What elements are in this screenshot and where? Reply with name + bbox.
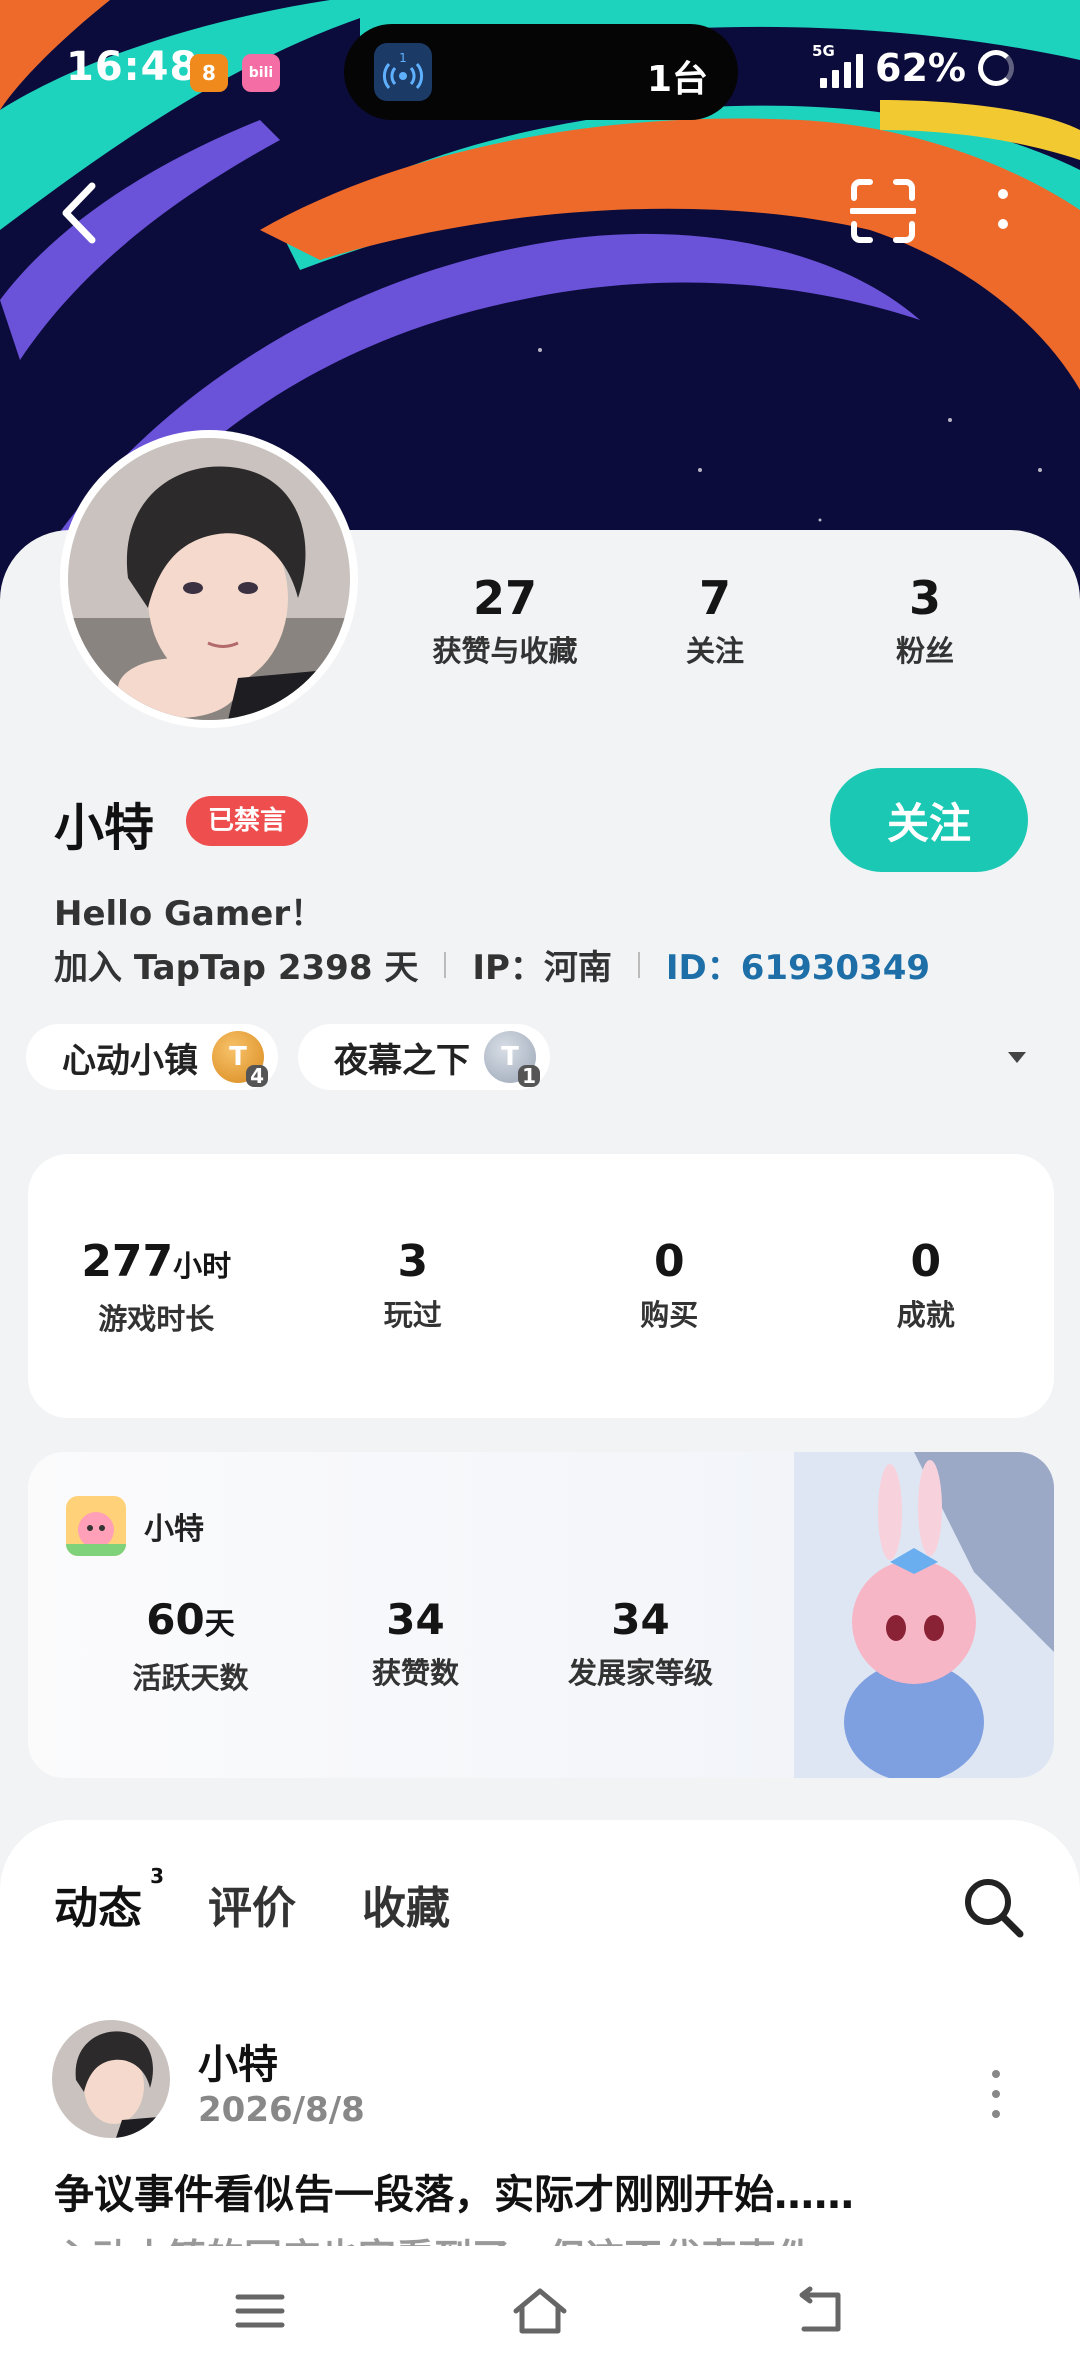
game-likes-label: 获赞数 [371,1656,459,1690]
user-id[interactable]: ID：61930349 [666,940,930,989]
banned-badge: 已禁言 [186,796,309,846]
active-days-label: 活跃天数 [132,1661,249,1695]
network-type: 5G [812,42,835,60]
game-tag-label: 心动小镇 [62,1040,198,1081]
more-vertical-icon[interactable] [978,180,1028,240]
dev-level-value: 34 [611,1595,670,1644]
broadcast-icon: 1 [374,43,432,101]
back-arrow-icon[interactable] [52,178,112,248]
ip-location: IP：河南 [472,948,612,988]
game-tag-label: 夜幕之下 [334,1040,470,1081]
badge-level: 1 [518,1065,540,1087]
back-icon[interactable] [790,2281,850,2341]
scan-icon[interactable] [850,178,916,244]
signal-icon: 5G [812,42,864,88]
search-icon[interactable] [960,1874,1026,1940]
post-author-name[interactable]: 小特 [198,2032,278,2090]
game-likes-stat: 34 获赞数 [303,1592,528,1697]
achievements-label: 成就 [896,1298,955,1332]
profile-bio: Hello Gamer！ [54,894,325,934]
post-date: 2026/8/8 [198,2090,365,2130]
playtime-value: 277 [81,1236,174,1287]
achievements-value: 0 [910,1236,942,1287]
followers-stat[interactable]: 3 粉丝 [820,570,1030,670]
tab-posts[interactable]: 动态 3 [50,1864,164,1942]
level-badge-icon: T 1 [484,1031,540,1087]
feed-tabs: 动态 3 评价 收藏 [50,1864,450,1942]
status-indicators: 5G 62% [812,42,1014,90]
game-app-icon [66,1496,126,1556]
likes-count: 27 [472,571,537,625]
badge-letter: T [229,1042,247,1072]
status-bar: 16:48 8 bili 1 1台 5G 62% [0,0,1080,140]
active-days-unit: 天 [204,1607,235,1642]
follow-button[interactable]: 关注 [830,768,1028,872]
following-label: 关注 [685,634,744,668]
achievements-stat[interactable]: 0 成就 [798,1234,1055,1418]
bilibili-notification-icon: bili [242,54,280,92]
game-character-art [794,1452,1054,1778]
tab-count: 3 [150,1864,164,1888]
likes-stat[interactable]: 27 获赞与收藏 [400,570,610,670]
profile-meta: 加入 TapTap 2398 天 IP：河南 ID：61930349 [54,940,930,989]
tab-label: 动态 [54,1883,142,1934]
active-days-stat: 60天 活跃天数 [78,1592,303,1697]
profile-screen: 16:48 8 bili 1 1台 5G 62% 27 获赞与收藏 7 关注 3… [0,0,1080,2376]
app-notification-icon: 8 [190,54,228,92]
bought-value: 0 [653,1236,685,1287]
home-icon[interactable] [510,2281,570,2341]
tab-reviews[interactable]: 评价 [208,1872,296,1936]
menu-icon[interactable] [230,2281,290,2341]
game-profile-card[interactable]: 小特 60天 活跃天数 34 获赞数 34 发展家等级 [28,1452,1054,1778]
level-badge-icon: T 4 [212,1031,268,1087]
divider [637,951,640,978]
likes-label: 获赞与收藏 [432,634,578,668]
dev-level-stat: 34 发展家等级 [528,1592,753,1697]
profile-username: 小特 [54,799,154,857]
divider [444,951,447,978]
game-tag[interactable]: 心动小镇 T 4 [26,1024,278,1090]
profile-stats: 27 获赞与收藏 7 关注 3 粉丝 [400,570,1030,670]
battery-ring-icon [978,50,1014,86]
game-tag[interactable]: 夜幕之下 T 1 [298,1024,550,1090]
battery-percent: 62% [875,46,966,90]
post-title[interactable]: 争议事件看似告一段落，实际才刚刚开始…… [54,2162,854,2220]
game-likes-value: 34 [386,1595,445,1644]
system-nav-bar [0,2246,1080,2376]
expand-tags-icon[interactable] [1008,1052,1026,1063]
playtime-unit: 小时 [173,1249,232,1283]
island-app-number: 1 [399,51,407,65]
profile-avatar[interactable] [60,430,358,728]
playtime-label: 游戏时长 [98,1302,215,1336]
game-stats-card: 277小时 游戏时长 3 玩过 0 购买 0 成就 [28,1154,1054,1418]
dynamic-island[interactable]: 1 1台 [344,24,738,120]
following-stat[interactable]: 7 关注 [610,570,820,670]
post-more-icon[interactable] [986,2064,1006,2124]
playtime-stat[interactable]: 277小时 游戏时长 [28,1234,285,1418]
bought-stat[interactable]: 0 购买 [541,1234,798,1418]
post-author-avatar[interactable] [52,2020,170,2138]
following-count: 7 [698,571,731,625]
game-tags: 心动小镇 T 4 夜幕之下 T 1 [26,1024,550,1090]
played-stat[interactable]: 3 玩过 [285,1234,542,1418]
tab-favorites[interactable]: 收藏 [362,1872,450,1936]
island-text: 1台 [646,59,708,100]
badge-level: 4 [246,1065,268,1087]
played-value: 3 [397,1236,429,1287]
active-days-value: 60 [146,1595,205,1644]
followers-label: 粉丝 [895,634,954,668]
game-username: 小特 [144,1512,204,1547]
played-label: 玩过 [383,1298,442,1332]
badge-letter: T [501,1042,519,1072]
status-time: 16:48 [66,44,199,90]
dev-level-label: 发展家等级 [567,1656,713,1690]
followers-count: 3 [908,571,941,625]
bought-label: 购买 [640,1298,699,1332]
join-days: 加入 TapTap 2398 天 [54,948,419,988]
